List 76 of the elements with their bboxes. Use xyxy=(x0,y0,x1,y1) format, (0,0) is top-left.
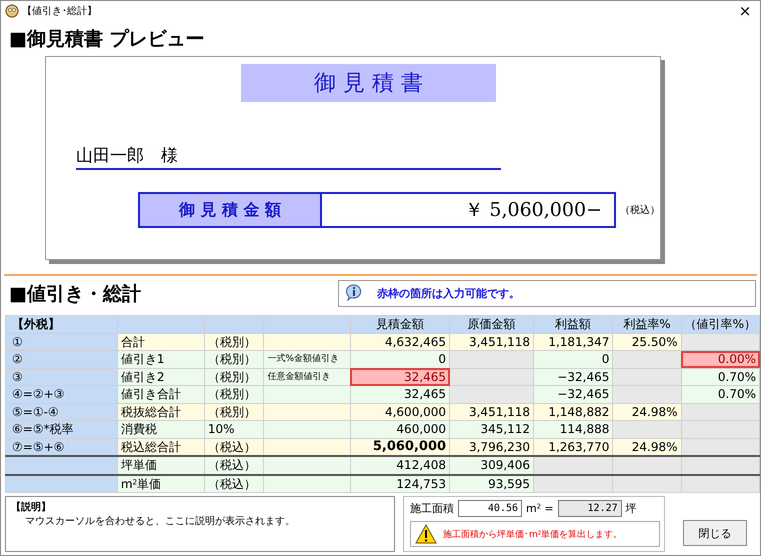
table-cell: （税別） xyxy=(204,386,264,403)
table-cell: 4,600,000 xyxy=(350,403,450,420)
column-header: 見積金額 xyxy=(350,316,450,333)
table-cell: 3,451,118 xyxy=(450,403,534,420)
unit-label: m$^{2}$ = xyxy=(526,502,554,515)
column-header: 【外税】 xyxy=(6,316,118,333)
table-cell: （税別） xyxy=(204,403,264,420)
document-title: 御 見 積 書 xyxy=(241,64,496,102)
table-cell: 0 xyxy=(350,350,450,368)
table-cell: 値引き2 xyxy=(117,368,204,386)
table-cell: 値引き1 xyxy=(117,350,204,368)
table-cell: 任意金額値引き xyxy=(264,368,350,386)
column-header: （値引率%） xyxy=(681,316,760,333)
table-cell: ⑤=①-④ xyxy=(6,403,118,420)
table-cell: ② xyxy=(6,350,118,368)
table-cell: 1,181,347 xyxy=(534,333,613,350)
table-cell: m$^{2}$単価 xyxy=(117,474,204,492)
section-heading: ■御見積書 プレビュー xyxy=(8,27,206,52)
table-cell: （税別） xyxy=(204,368,264,386)
column-header: 利益額 xyxy=(534,316,613,333)
table-cell: 3,451,118 xyxy=(450,333,534,350)
info-text: 赤枠の箇所は入力可能です。 xyxy=(377,286,520,300)
tsubo-field: 12.27 xyxy=(558,500,622,517)
info-icon xyxy=(345,284,363,302)
description-text: マウスカーソルを合わせると、ここに説明が表示されます。 xyxy=(24,514,296,528)
column-header: 利益率% xyxy=(612,316,682,333)
column-header: 原価金額 xyxy=(450,316,534,333)
table-cell: 0.70% xyxy=(681,368,760,386)
table-cell: 税抜総合計 xyxy=(117,403,204,420)
table-cell: 93,595 xyxy=(450,474,534,492)
customer-name: 山田一郎 様 xyxy=(76,144,501,170)
app-icon xyxy=(5,4,19,18)
table-cell: ③ xyxy=(6,368,118,386)
table-cell: 25.50% xyxy=(612,333,682,350)
table-cell: 10% xyxy=(204,420,264,438)
close-button[interactable]: 閉じる xyxy=(683,520,747,546)
table-cell: 460,000 xyxy=(350,420,450,438)
table-cell: 4,632,465 xyxy=(350,333,450,350)
table-cell: 値引き合計 xyxy=(117,386,204,403)
table-cell: −32,465 xyxy=(534,368,613,386)
table-cell: 24.98% xyxy=(612,403,682,420)
warning-text: 施工面積から坪単価･m$^{2}$単価を算出します。 xyxy=(443,528,622,540)
warning-icon xyxy=(415,524,437,544)
section-heading: ■値引き・総計 xyxy=(8,282,142,307)
table-cell: 0.70% xyxy=(681,386,760,403)
amount-value: ￥ 5,060,000− xyxy=(463,198,603,223)
table-cell: ④=②+③ xyxy=(6,386,118,403)
input-field[interactable]: 32,465 xyxy=(350,368,450,386)
unit-label: 坪 xyxy=(626,501,637,516)
window-title: 【値引き･総計】 xyxy=(22,4,98,18)
tax-note: （税込） xyxy=(620,204,660,217)
table-cell: 消費税 xyxy=(117,420,204,438)
description-title: 【説明】 xyxy=(11,500,52,514)
close-button[interactable]: × xyxy=(730,2,760,20)
table-cell: 32,465 xyxy=(350,386,450,403)
table-cell: 合計 xyxy=(117,333,204,350)
input-field[interactable]: 0.00% xyxy=(681,350,760,368)
table-cell: 坪単価 xyxy=(117,456,204,474)
table-cell: 309,406 xyxy=(450,456,534,474)
table-cell: 114,888 xyxy=(534,420,613,438)
table-cell: （税別） xyxy=(204,350,264,368)
amount-label: 御 見 積 金 額 xyxy=(140,194,322,226)
area-label: 施工面積 xyxy=(410,501,454,516)
table-cell: （税別） xyxy=(204,333,264,350)
table-cell: 0 xyxy=(534,350,613,368)
area-input[interactable]: 40.56 xyxy=(458,500,522,517)
table-cell: （税込） xyxy=(204,474,264,492)
table-cell: ① xyxy=(6,333,118,350)
table-cell: 412,408 xyxy=(350,456,450,474)
table-cell: 一式%金額値引き xyxy=(264,350,350,368)
table-cell: −32,465 xyxy=(534,386,613,403)
table-cell: （税込） xyxy=(204,456,264,474)
table-cell: 124,753 xyxy=(350,474,450,492)
table-cell: 1,148,882 xyxy=(534,403,613,420)
table-cell: ⑥=⑤*税率 xyxy=(6,420,118,438)
table-cell: 345,112 xyxy=(450,420,534,438)
